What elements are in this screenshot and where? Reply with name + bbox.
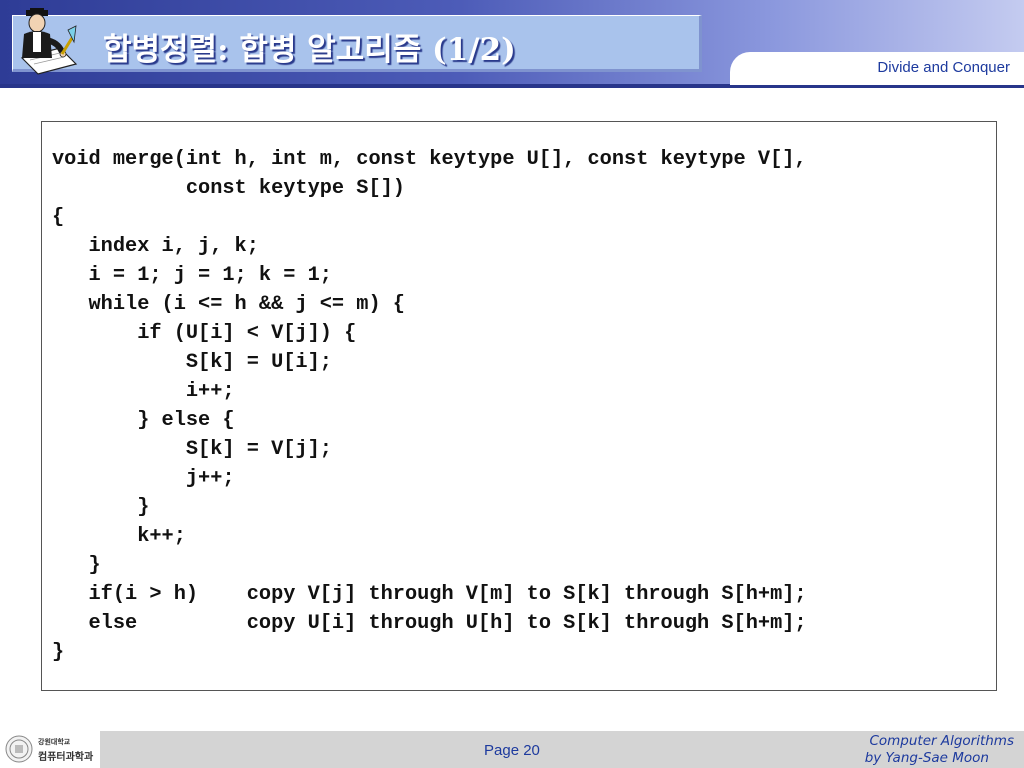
page-number: Page 20 [484,742,540,759]
code-line: k++; [52,525,186,548]
slide-footer: 강원대학교 컴퓨터과학과 Page 20 Computer Algorithms… [0,731,1024,768]
code-line: } [52,641,65,664]
code-line: void merge(int h, int m, const keytype U… [52,148,807,171]
code-line: while (i <= h && j <= m) { [52,293,405,316]
university-name: 강원대학교 [38,738,71,746]
code-line: if (U[i] < V[j]) { [52,322,357,345]
code-line: index i, j, k; [52,235,259,258]
code-line: S[k] = V[j]; [52,438,332,461]
code-line: i = 1; j = 1; k = 1; [52,264,332,287]
code-line: i++; [52,380,235,403]
code-line: const keytype S[]) [52,177,405,200]
code-line: } else { [52,409,235,432]
course-title: Computer Algorithms [869,733,1014,749]
slide-title: 합병정렬: 합병 알고리즘 (1/2) [103,32,516,68]
code-line: { [52,206,65,229]
code-line: else copy U[i] through U[h] to S[k] thro… [52,612,807,635]
code-line: } [52,496,150,519]
section-tab: Divide and Conquer [730,52,1024,85]
university-logo: 강원대학교 컴퓨터과학과 [0,731,100,768]
section-subtitle: Divide and Conquer [877,59,1010,76]
department-name: 컴퓨터과학과 [38,752,94,763]
scholar-writing-icon [20,8,78,75]
university-seal-icon [5,735,33,763]
code-line: } [52,554,101,577]
author-credit: by Yang-Sae Moon [864,750,989,766]
code-line: j++; [52,467,235,490]
code-line: if(i > h) copy V[j] through V[m] to S[k]… [52,583,807,606]
code-line: S[k] = U[i]; [52,351,332,374]
